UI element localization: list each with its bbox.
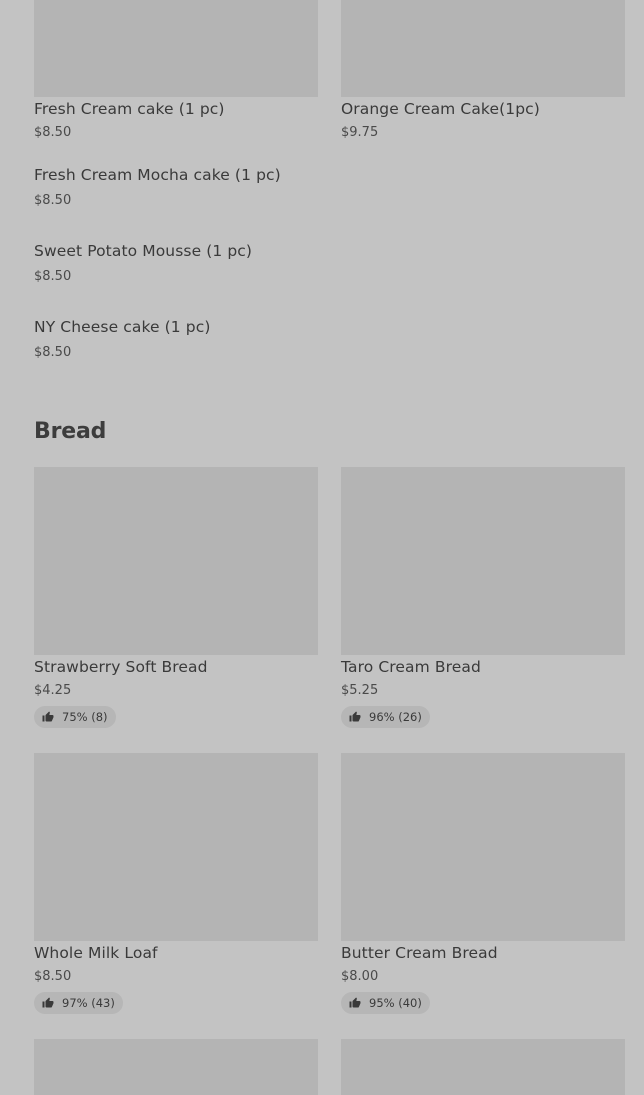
rating-badge: 95% (40) — [341, 992, 430, 1014]
product-name: Fresh Cream cake (1 pc) — [34, 100, 225, 118]
thumbs-up-icon — [42, 997, 54, 1008]
product-image[interactable] — [34, 753, 318, 941]
product-image-next-row-left[interactable] — [34, 1039, 318, 1095]
product-image[interactable] — [341, 467, 625, 655]
product-name: Strawberry Soft Bread — [34, 658, 208, 676]
section-title-bread: Bread — [34, 419, 107, 444]
rating-text: 75% (8) — [62, 710, 108, 724]
product-image-fresh-cream-cake[interactable] — [34, 0, 318, 97]
product-price: $9.75 — [341, 125, 379, 140]
rating-text: 97% (43) — [62, 996, 115, 1010]
product-image[interactable] — [341, 753, 625, 941]
product-price: $8.50 — [34, 193, 72, 208]
product-image-orange-cream-cake[interactable] — [341, 0, 625, 97]
thumbs-up-icon — [349, 997, 361, 1008]
thumbs-up-icon — [349, 711, 361, 722]
product-price: $8.50 — [34, 969, 72, 984]
rating-badge: 75% (8) — [34, 706, 116, 728]
product-name: Sweet Potato Mousse (1 pc) — [34, 242, 253, 260]
product-price: $4.25 — [34, 683, 72, 698]
rating-badge: 97% (43) — [34, 992, 123, 1014]
product-image[interactable] — [34, 467, 318, 655]
product-price: $8.50 — [34, 345, 72, 360]
rating-text: 96% (26) — [369, 710, 422, 724]
product-name: NY Cheese cake (1 pc) — [34, 318, 211, 336]
product-price: $5.25 — [341, 683, 379, 698]
product-image-next-row-right[interactable] — [341, 1039, 625, 1095]
product-name: Whole Milk Loaf — [34, 944, 158, 962]
product-name: Orange Cream Cake(1pc) — [341, 100, 540, 118]
product-price: $8.00 — [341, 969, 379, 984]
product-price: $8.50 — [34, 269, 72, 284]
product-name: Fresh Cream Mocha cake (1 pc) — [34, 166, 281, 184]
thumbs-up-icon — [42, 711, 54, 722]
product-name: Butter Cream Bread — [341, 944, 498, 962]
product-price: $8.50 — [34, 125, 72, 140]
rating-text: 95% (40) — [369, 996, 422, 1010]
product-name: Taro Cream Bread — [341, 658, 481, 676]
rating-badge: 96% (26) — [341, 706, 430, 728]
